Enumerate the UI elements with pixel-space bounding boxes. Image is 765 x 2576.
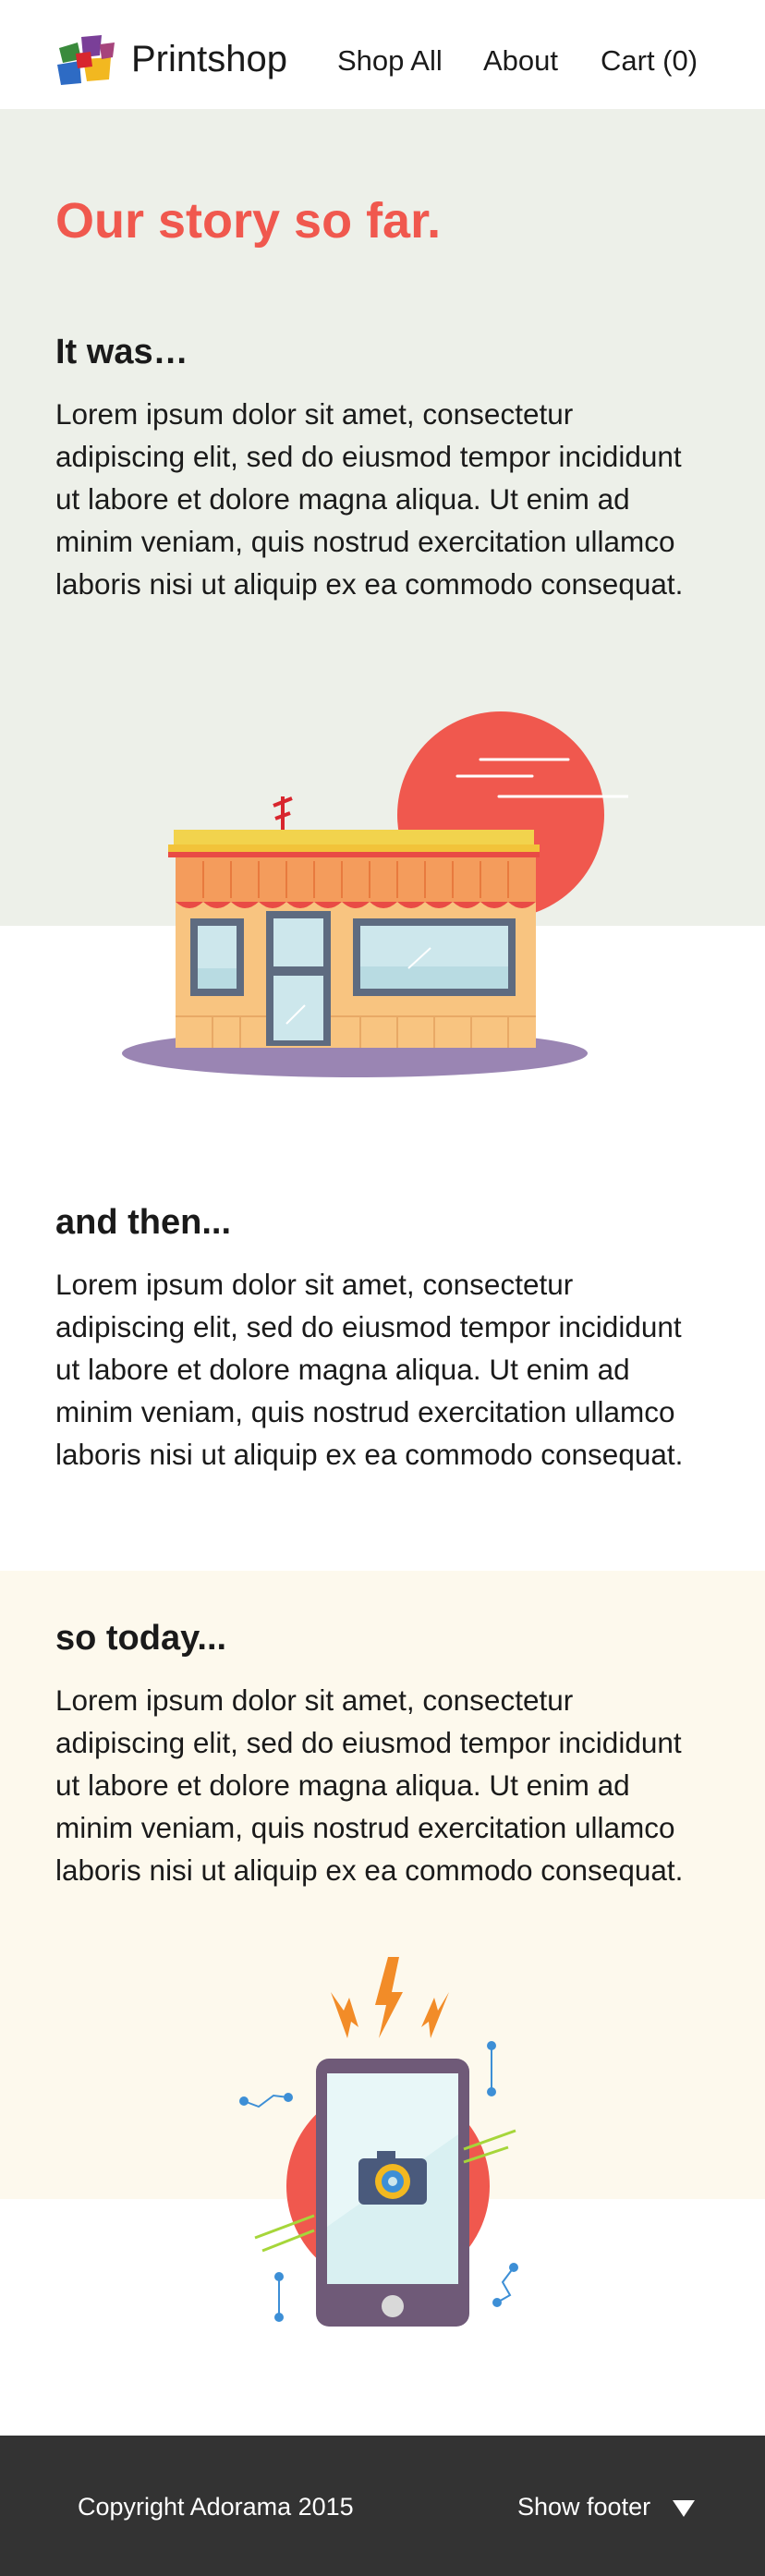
nav-shop-all[interactable]: Shop All	[337, 44, 443, 78]
printshop-logo-icon[interactable]	[54, 35, 118, 87]
copyright-text: Copyright Adorama 2015	[78, 2493, 354, 2521]
brand-name[interactable]: Printshop	[131, 39, 287, 80]
nav-cart[interactable]: Cart (0)	[601, 44, 698, 78]
section-3-body: Lorem ipsum dolor sit amet, consectetur …	[55, 1683, 684, 1887]
show-footer-toggle[interactable]: Show footer	[517, 2493, 650, 2521]
section-3-heading: so today...	[55, 1619, 227, 1658]
storefront-illustration	[122, 711, 628, 1077]
section-2-body: Lorem ipsum dolor sit amet, consectetur …	[55, 1268, 684, 1471]
site-header: Printshop Shop All About Cart (0)	[0, 0, 765, 109]
triangle-down-icon[interactable]	[673, 2500, 695, 2517]
phone-camera-illustration	[239, 1957, 518, 2327]
section-1-heading: It was…	[55, 333, 188, 371]
section-1-body: Lorem ipsum dolor sit amet, consectetur …	[55, 397, 684, 601]
nav-about[interactable]: About	[483, 44, 558, 78]
section-2-heading: and then...	[55, 1203, 231, 1242]
page-title: Our story so far.	[55, 193, 442, 249]
site-footer: Copyright Adorama 2015 Show footer	[0, 2436, 765, 2576]
